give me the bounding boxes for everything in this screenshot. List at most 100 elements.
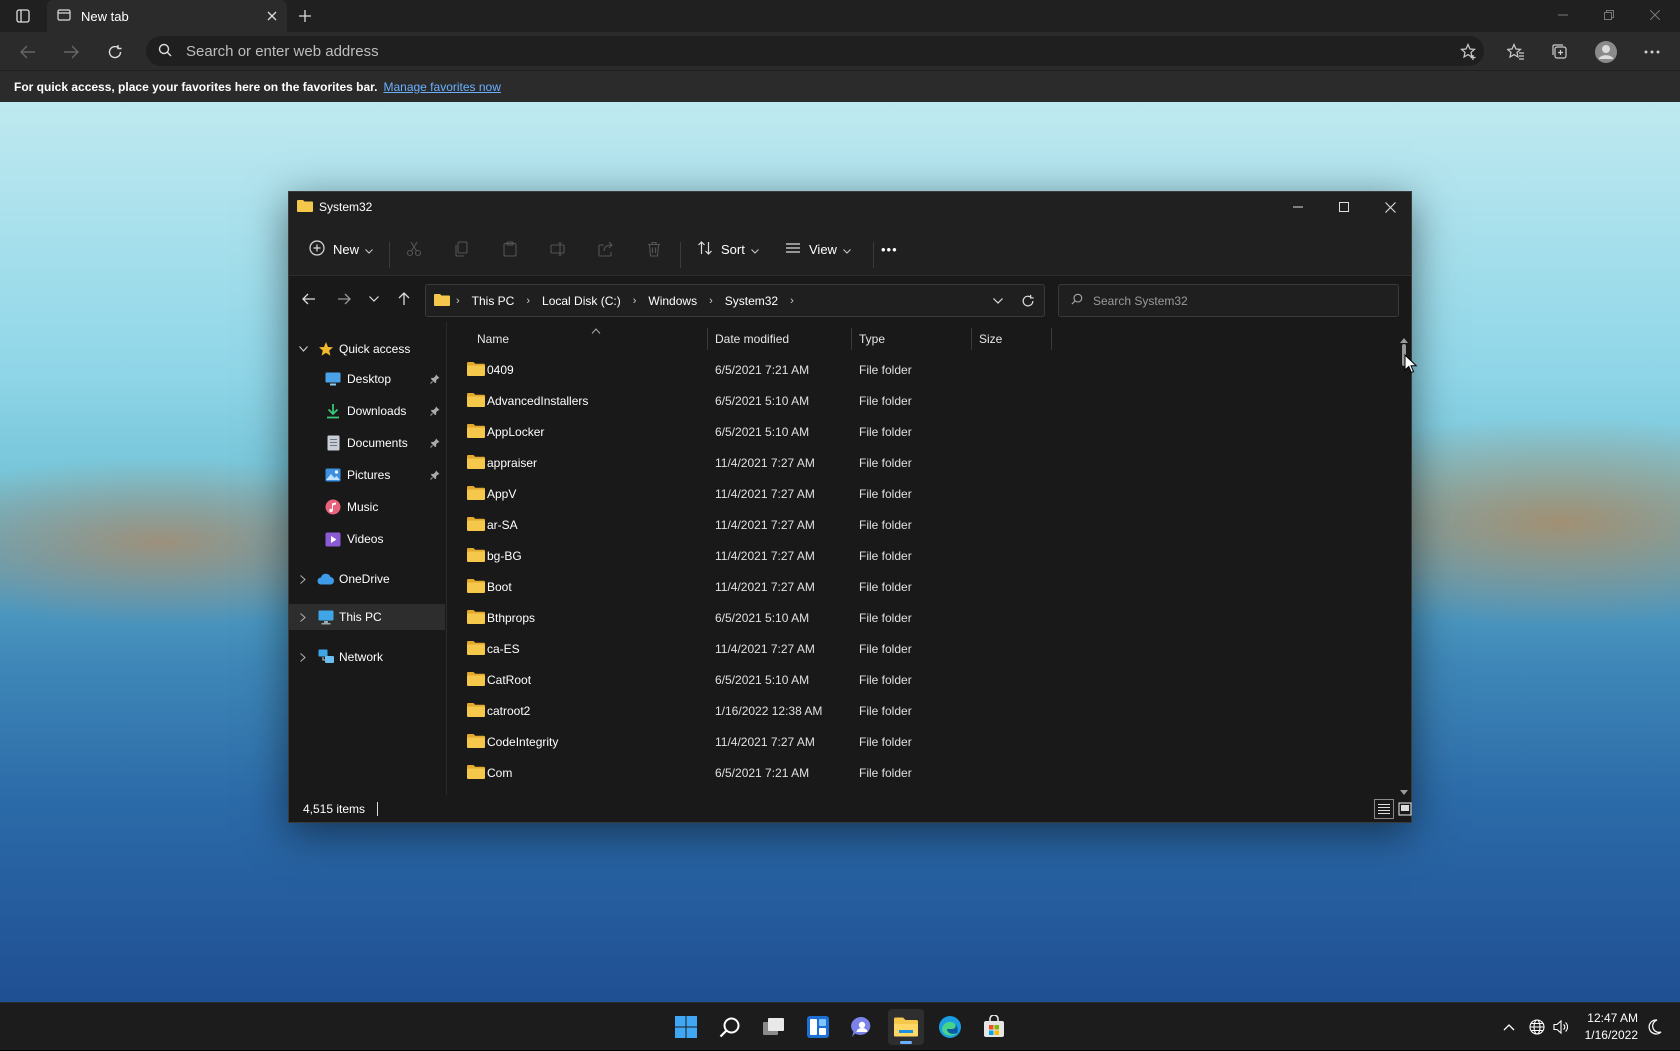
column-divider[interactable] bbox=[707, 328, 708, 350]
breadcrumb-windows[interactable]: Windows bbox=[648, 294, 697, 308]
forward-arrow-icon[interactable] bbox=[329, 284, 359, 314]
table-row[interactable]: catroot2 1/16/2022 12:38 AM File folder bbox=[447, 695, 1411, 726]
forward-arrow-icon[interactable] bbox=[57, 38, 85, 66]
chevron-right-icon[interactable] bbox=[297, 651, 309, 663]
recent-locations-chevron-icon[interactable] bbox=[359, 284, 389, 314]
chevron-right-icon[interactable] bbox=[297, 611, 309, 623]
table-row[interactable]: ca-ES 11/4/2021 7:27 AM File folder bbox=[447, 633, 1411, 664]
column-divider[interactable] bbox=[1051, 328, 1052, 350]
up-arrow-icon[interactable] bbox=[389, 284, 419, 314]
browser-minimize-icon[interactable] bbox=[1540, 0, 1586, 30]
table-row[interactable]: CodeIntegrity 11/4/2021 7:27 AM File folde… bbox=[447, 726, 1411, 757]
vertical-scrollbar[interactable] bbox=[1397, 332, 1411, 795]
network-globe-icon[interactable] bbox=[1526, 1003, 1548, 1051]
back-arrow-icon[interactable] bbox=[294, 284, 324, 314]
nav-this-pc[interactable]: This PC bbox=[289, 604, 445, 630]
address-bar[interactable] bbox=[146, 36, 1484, 66]
table-row[interactable]: CatRoot 6/5/2021 5:10 AM File folder bbox=[447, 664, 1411, 695]
nav-pictures[interactable]: Pictures bbox=[289, 462, 445, 488]
new-button[interactable]: New bbox=[309, 234, 373, 264]
add-favorite-star-icon[interactable] bbox=[1455, 38, 1483, 66]
breadcrumb-this-pc[interactable]: This PC bbox=[472, 294, 515, 308]
favorites-icon[interactable] bbox=[1502, 38, 1530, 66]
delete-icon[interactable] bbox=[641, 236, 667, 262]
scroll-up-arrow-icon[interactable] bbox=[1399, 332, 1409, 343]
cut-icon[interactable] bbox=[401, 236, 427, 262]
breadcrumb-system32[interactable]: System32 bbox=[725, 294, 778, 308]
nav-network[interactable]: Network bbox=[289, 644, 445, 670]
sort-button[interactable]: Sort bbox=[697, 234, 759, 264]
browser-close-icon[interactable] bbox=[1632, 0, 1678, 30]
table-row[interactable]: Boot 11/4/2021 7:27 AM File folder bbox=[447, 571, 1411, 602]
column-divider[interactable] bbox=[971, 328, 972, 350]
microsoft-store-icon[interactable] bbox=[976, 1009, 1012, 1045]
explorer-maximize-icon[interactable] bbox=[1321, 192, 1367, 222]
table-row[interactable]: 0409 6/5/2021 7:21 AM File folder bbox=[447, 354, 1411, 385]
address-history-chevron-icon[interactable] bbox=[984, 284, 1012, 317]
rename-icon[interactable] bbox=[545, 236, 571, 262]
tab-close-icon[interactable] bbox=[267, 9, 277, 24]
new-tab-plus-icon[interactable] bbox=[294, 5, 316, 27]
browser-tab-new-tab[interactable]: New tab bbox=[47, 0, 287, 32]
table-row[interactable]: bg-BG 11/4/2021 7:27 AM File folder bbox=[447, 540, 1411, 571]
column-header-date-modified[interactable]: Date modified bbox=[715, 326, 789, 352]
table-row[interactable]: AdvancedInstallers 6/5/2021 5:10 AM File f… bbox=[447, 385, 1411, 416]
see-more-button[interactable]: ••• bbox=[881, 234, 898, 264]
teams-chat-icon[interactable] bbox=[844, 1009, 880, 1045]
nav-downloads[interactable]: Downloads bbox=[289, 398, 445, 424]
taskbar-search-icon[interactable] bbox=[712, 1009, 748, 1045]
refresh-icon[interactable] bbox=[1013, 284, 1043, 317]
notifications-moon-icon[interactable] bbox=[1644, 1003, 1666, 1051]
chevron-down-icon bbox=[843, 242, 851, 257]
browser-restore-icon[interactable] bbox=[1586, 0, 1632, 30]
table-row[interactable]: Bthprops 6/5/2021 5:10 AM File folder bbox=[447, 602, 1411, 633]
view-button[interactable]: View bbox=[785, 234, 851, 264]
share-icon[interactable] bbox=[593, 236, 619, 262]
file-explorer-taskbar-icon[interactable] bbox=[888, 1009, 924, 1045]
nav-music[interactable]: Music bbox=[289, 494, 445, 520]
scroll-down-arrow-icon[interactable] bbox=[1399, 784, 1409, 795]
manage-favorites-link[interactable]: Manage favorites now bbox=[383, 80, 500, 94]
paste-icon[interactable] bbox=[497, 236, 523, 262]
refresh-icon[interactable] bbox=[101, 38, 129, 66]
copy-icon[interactable] bbox=[449, 236, 475, 262]
back-arrow-icon[interactable] bbox=[14, 38, 42, 66]
table-row[interactable]: AppV 11/4/2021 7:27 AM File folder bbox=[447, 478, 1411, 509]
more-options-icon[interactable] bbox=[1638, 38, 1666, 66]
explorer-close-icon[interactable] bbox=[1367, 192, 1413, 222]
nav-videos[interactable]: Videos bbox=[289, 526, 445, 552]
breadcrumb-local-disk[interactable]: Local Disk (C:) bbox=[542, 294, 621, 308]
nav-onedrive[interactable]: OneDrive bbox=[289, 566, 445, 592]
table-row[interactable]: appraiser 11/4/2021 7:27 AM File folder bbox=[447, 447, 1411, 478]
nav-documents[interactable]: Documents bbox=[289, 430, 445, 456]
show-hidden-icons-chevron-icon[interactable] bbox=[1496, 1003, 1522, 1051]
table-row[interactable]: ar-SA 11/4/2021 7:27 AM File folder bbox=[447, 509, 1411, 540]
task-view-icon[interactable] bbox=[756, 1009, 792, 1045]
column-header-size[interactable]: Size bbox=[979, 326, 1002, 352]
breadcrumb[interactable]: › This PC › Local Disk (C:) › Windows › … bbox=[425, 284, 1045, 317]
chevron-right-icon[interactable] bbox=[297, 573, 309, 585]
collections-icon[interactable] bbox=[1546, 38, 1574, 66]
explorer-search-input[interactable] bbox=[1091, 292, 1381, 309]
edge-browser-icon[interactable] bbox=[932, 1009, 968, 1045]
chevron-down-icon[interactable] bbox=[297, 343, 309, 355]
nav-quick-access[interactable]: Quick access bbox=[289, 336, 445, 362]
table-row[interactable]: Com 6/5/2021 7:21 AM File folder bbox=[447, 757, 1411, 788]
nav-desktop[interactable]: Desktop bbox=[289, 366, 445, 392]
explorer-minimize-icon[interactable] bbox=[1275, 192, 1321, 222]
table-row[interactable]: AppLocker 6/5/2021 5:10 AM File folder bbox=[447, 416, 1411, 447]
volume-speaker-icon[interactable] bbox=[1550, 1003, 1572, 1051]
column-header-type[interactable]: Type bbox=[859, 326, 885, 352]
explorer-search-box[interactable] bbox=[1058, 284, 1399, 317]
details-view-icon[interactable] bbox=[1374, 799, 1394, 819]
start-windows-icon[interactable] bbox=[668, 1009, 704, 1045]
profile-avatar-icon[interactable] bbox=[1592, 38, 1620, 66]
large-icons-view-icon[interactable] bbox=[1395, 799, 1415, 819]
browser-tab-strip: New tab bbox=[0, 0, 1680, 32]
system-clock[interactable]: 12:47 AM 1/16/2022 bbox=[1574, 1010, 1638, 1044]
column-header-name[interactable]: Name bbox=[477, 326, 509, 352]
column-divider[interactable] bbox=[851, 328, 852, 350]
tab-actions-icon[interactable] bbox=[10, 6, 36, 26]
widgets-icon[interactable] bbox=[800, 1009, 836, 1045]
address-input[interactable] bbox=[184, 41, 1384, 61]
